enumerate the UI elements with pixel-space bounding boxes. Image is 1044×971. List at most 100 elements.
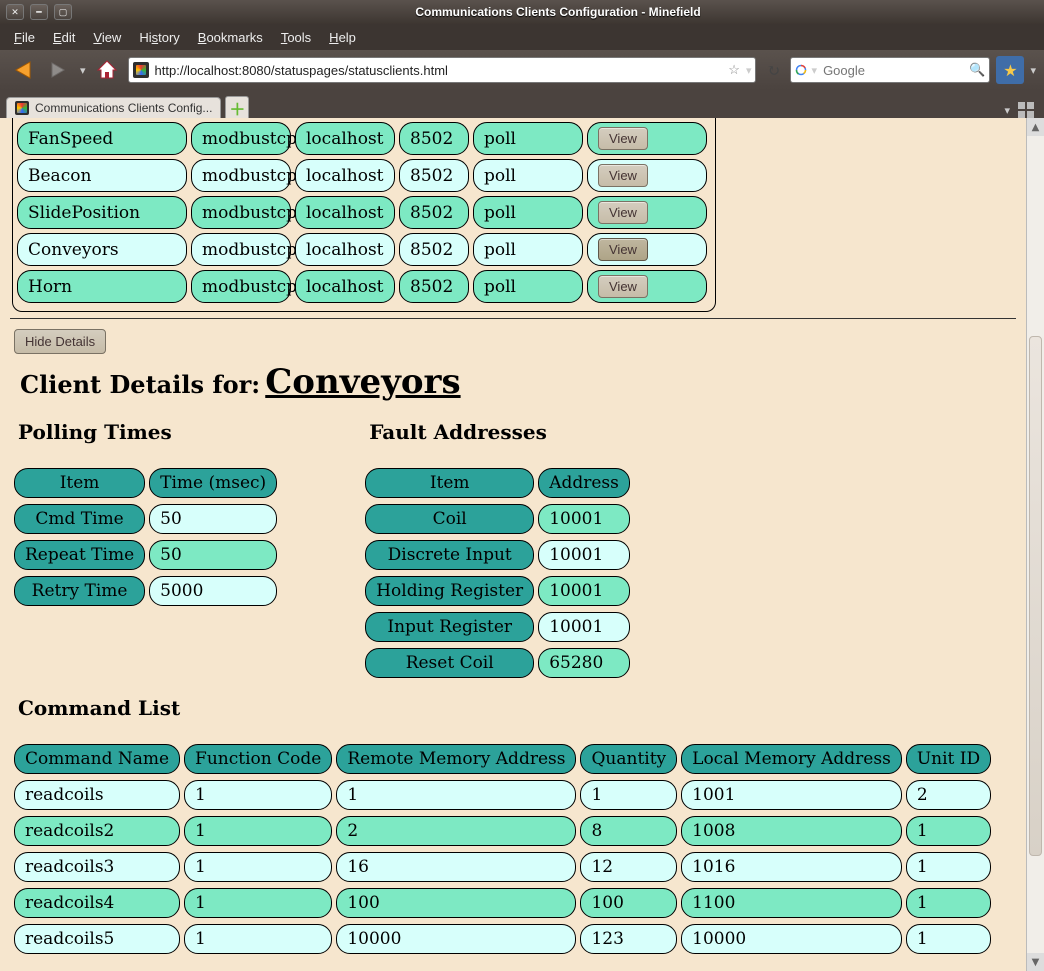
client-name: FanSpeed <box>17 122 187 155</box>
divider <box>10 318 1016 319</box>
menu-history[interactable]: History <box>131 28 187 47</box>
view-button[interactable]: View <box>598 127 648 150</box>
bookmarks-sidebar-button[interactable]: ★ <box>996 56 1024 84</box>
search-input[interactable] <box>821 62 965 79</box>
table-row: Reset Coil65280 <box>365 648 630 678</box>
nav-toolbar: ▾ http://localhost:8080/statuspages/stat… <box>0 50 1044 90</box>
view-button[interactable]: View <box>598 164 648 187</box>
command-name: readcoils3 <box>14 852 180 882</box>
fault-item: Coil <box>365 504 534 534</box>
heading-client-name: Conveyors <box>265 362 460 402</box>
star-icon[interactable]: ☆ <box>728 62 740 78</box>
new-tab-button[interactable]: ＋ <box>225 96 249 118</box>
scroll-down-icon[interactable]: ▼ <box>1027 953 1044 971</box>
fault-table: Item Address Coil10001Discrete Input1000… <box>361 462 634 684</box>
client-port: 8502 <box>399 159 469 192</box>
commands-header-lma: Local Memory Address <box>681 744 902 774</box>
command-rma: 10000 <box>336 924 576 954</box>
client-list-panel: FanSpeedmodbustcplocalhost8502pollViewBe… <box>12 118 716 312</box>
search-icon[interactable]: 🔍 <box>969 62 985 78</box>
fault-item: Input Register <box>365 612 534 642</box>
client-view-cell: View <box>587 233 707 266</box>
url-dropdown-icon[interactable]: ▾ <box>746 64 752 77</box>
bookmarks-dropdown-icon[interactable]: ▾ <box>1030 64 1036 77</box>
menu-file[interactable]: File <box>6 28 43 47</box>
polling-time: 50 <box>149 540 277 570</box>
polling-time: 50 <box>149 504 277 534</box>
view-button[interactable]: View <box>598 238 648 261</box>
tab-favicon-icon <box>15 101 29 115</box>
tab-active[interactable]: Communications Clients Config... <box>6 97 221 118</box>
menu-tools[interactable]: Tools <box>273 28 319 47</box>
forward-button[interactable] <box>44 55 74 85</box>
fault-item: Holding Register <box>365 576 534 606</box>
reload-button[interactable]: ↻ <box>762 55 784 85</box>
table-row: Cmd Time50 <box>14 504 277 534</box>
command-name: readcoils2 <box>14 816 180 846</box>
nav-history-dropdown[interactable]: ▾ <box>80 64 86 77</box>
command-fc: 1 <box>184 924 332 954</box>
client-host: localhost <box>295 233 395 266</box>
client-details-heading: Client Details for: Conveyors <box>10 360 1016 412</box>
commands-header-qty: Quantity <box>580 744 677 774</box>
polling-title: Polling Times <box>18 420 281 444</box>
search-box[interactable]: ▾ 🔍 <box>790 57 990 83</box>
scroll-track[interactable] <box>1027 136 1044 953</box>
hide-details-button[interactable]: Hide Details <box>14 329 106 354</box>
commands-table: Command Name Function Code Remote Memory… <box>10 738 995 960</box>
command-qty: 100 <box>580 888 677 918</box>
fault-address: 10001 <box>538 612 630 642</box>
client-mode: poll <box>473 159 583 192</box>
commands-header-uid: Unit ID <box>906 744 991 774</box>
table-row: Holding Register10001 <box>365 576 630 606</box>
menu-view[interactable]: View <box>85 28 129 47</box>
client-port: 8502 <box>399 270 469 303</box>
minimize-icon[interactable]: ━ <box>30 4 48 20</box>
table-row: readcoils31161210161 <box>14 852 991 882</box>
window-titlebar: ✕ ━ ▢ Communications Clients Configurati… <box>0 0 1044 24</box>
tab-overflow-icon[interactable]: ▾ <box>1004 104 1010 117</box>
menu-help[interactable]: Help <box>321 28 364 47</box>
client-mode: poll <box>473 233 583 266</box>
table-row: readcoils11110012 <box>14 780 991 810</box>
client-name: Horn <box>17 270 187 303</box>
command-uid: 1 <box>906 888 991 918</box>
vertical-scrollbar[interactable]: ▲ ▼ <box>1026 118 1044 971</box>
search-engine-icon <box>795 62 807 78</box>
polling-header-item: Item <box>14 468 145 498</box>
command-list-section: Command List Command Name Function Code … <box>10 696 1016 960</box>
command-lma: 10000 <box>681 924 902 954</box>
back-button[interactable] <box>8 55 38 85</box>
tab-groups-icon[interactable] <box>1018 102 1036 118</box>
menu-bookmarks[interactable]: Bookmarks <box>190 28 271 47</box>
table-row: Input Register10001 <box>365 612 630 642</box>
commands-title: Command List <box>18 696 1016 720</box>
client-view-cell: View <box>587 159 707 192</box>
menu-edit[interactable]: Edit <box>45 28 83 47</box>
client-row: Hornmodbustcplocalhost8502pollView <box>17 268 711 305</box>
home-button[interactable] <box>92 55 122 85</box>
url-bar[interactable]: http://localhost:8080/statuspages/status… <box>128 57 757 83</box>
view-button[interactable]: View <box>598 275 648 298</box>
client-port: 8502 <box>399 196 469 229</box>
command-uid: 1 <box>906 924 991 954</box>
tab-strip: Communications Clients Config... ＋ ▾ <box>0 90 1044 118</box>
search-dropdown-icon[interactable]: ▾ <box>812 64 818 77</box>
close-icon[interactable]: ✕ <box>6 4 24 20</box>
scroll-thumb[interactable] <box>1029 336 1042 856</box>
table-row: readcoils4110010011001 <box>14 888 991 918</box>
command-rma: 2 <box>336 816 576 846</box>
client-mode: poll <box>473 270 583 303</box>
command-lma: 1001 <box>681 780 902 810</box>
client-name: Beacon <box>17 159 187 192</box>
client-port: 8502 <box>399 122 469 155</box>
polling-item: Retry Time <box>14 576 145 606</box>
table-row: Coil10001 <box>365 504 630 534</box>
command-rma: 1 <box>336 780 576 810</box>
polling-time: 5000 <box>149 576 277 606</box>
command-lma: 1008 <box>681 816 902 846</box>
scroll-up-icon[interactable]: ▲ <box>1027 118 1044 136</box>
view-button[interactable]: View <box>598 201 648 224</box>
command-qty: 1 <box>580 780 677 810</box>
maximize-icon[interactable]: ▢ <box>54 4 72 20</box>
